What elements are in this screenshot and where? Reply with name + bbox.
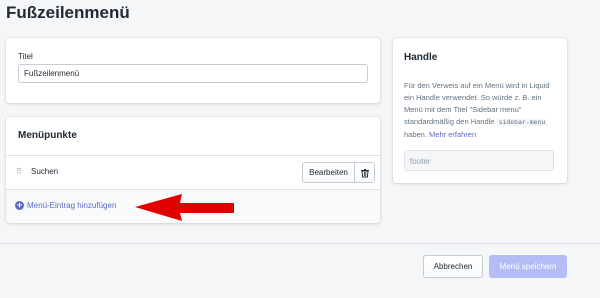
handle-input[interactable]: footer bbox=[404, 150, 554, 171]
title-input[interactable]: Fußzeilenmenü bbox=[18, 64, 368, 83]
handle-code: sidebar-menu bbox=[496, 119, 548, 126]
title-card: Titel Fußzeilenmenü bbox=[6, 38, 380, 103]
handle-description: Für den Verweis auf ein Menü wird in Liq… bbox=[404, 81, 550, 139]
add-menu-item-label: Menü-Eintrag hinzufügen bbox=[27, 201, 117, 210]
handle-heading: Handle bbox=[404, 52, 438, 63]
footer-divider bbox=[0, 243, 600, 244]
save-menu-button[interactable]: Menü speichern bbox=[489, 255, 567, 278]
add-menu-item-link[interactable]: + Menü-Eintrag hinzufügen bbox=[15, 201, 116, 210]
plus-circle-icon: + bbox=[15, 200, 24, 210]
edit-button[interactable]: Bearbeiten bbox=[302, 162, 355, 183]
handle-card: Handle Für den Verweis auf ein Menü wird… bbox=[393, 38, 567, 183]
drag-handle-icon[interactable]: ⠿ bbox=[16, 168, 22, 176]
learn-more-link[interactable]: Mehr erfahren bbox=[429, 130, 476, 139]
trash-icon bbox=[360, 168, 369, 177]
delete-button[interactable] bbox=[354, 162, 375, 183]
list-item: ⠿ Suchen Bearbeiten bbox=[6, 156, 380, 189]
menu-items-heading: Menüpunkte bbox=[18, 130, 77, 141]
page-title: Fußzeilenmenü bbox=[6, 3, 130, 22]
red-arrow-annotation bbox=[135, 194, 234, 221]
menu-item-label: Suchen bbox=[31, 167, 59, 176]
title-label: Titel bbox=[18, 52, 33, 61]
cancel-button[interactable]: Abbrechen bbox=[423, 255, 483, 278]
